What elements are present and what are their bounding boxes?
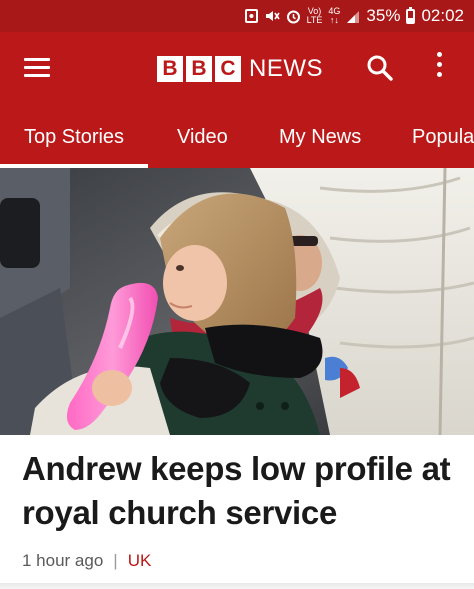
logo-letter-c: C <box>215 56 241 82</box>
tab-my-news[interactable]: My News <box>279 104 361 168</box>
story-headline[interactable]: Andrew keeps low profile at royal church… <box>22 447 462 535</box>
card-divider <box>0 583 474 589</box>
story-category-link[interactable]: UK <box>128 551 152 571</box>
tab-label: My News <box>279 126 362 148</box>
mute-icon <box>264 9 280 23</box>
story-meta: 1 hour ago | UK <box>22 551 151 571</box>
story-image[interactable] <box>0 168 474 435</box>
signal-icon <box>346 9 360 23</box>
logo-word-news: NEWS <box>249 55 323 82</box>
status-bar: Vo) LTE 4G ↑↓ 35% 02:02 <box>0 0 474 32</box>
alarm-icon <box>286 9 301 24</box>
volte-bottom-label: LTE <box>306 15 323 25</box>
tab-label: Popula <box>412 126 474 148</box>
menu-icon[interactable] <box>24 58 50 78</box>
volte-icon: Vo) LTE <box>307 7 323 25</box>
bbc-news-logo: B B C NEWS <box>157 55 323 83</box>
network-4g-icon: 4G ↑↓ <box>328 7 340 25</box>
battery-icon <box>406 6 416 24</box>
logo-letter-b2: B <box>186 56 212 82</box>
tab-popular[interactable]: Popula <box>412 104 474 168</box>
clock: 02:02 <box>421 6 464 25</box>
network-bottom-label: ↑↓ <box>329 15 339 25</box>
battery-percent: 35% <box>366 6 401 25</box>
story-time: 1 hour ago <box>22 551 104 570</box>
logo-letter-b1: B <box>157 56 183 82</box>
tab-label: Top Stories <box>24 126 125 148</box>
tab-label: Video <box>177 126 228 148</box>
app-bar: B B C NEWS <box>0 32 474 104</box>
image-icon <box>244 9 258 23</box>
tab-video[interactable]: Video <box>177 104 228 168</box>
tab-bar: Top Stories Video My News Popula <box>0 104 474 168</box>
search-icon[interactable] <box>366 54 394 82</box>
meta-separator: | <box>113 551 118 570</box>
more-vert-icon[interactable] <box>432 52 446 82</box>
tab-top-stories[interactable]: Top Stories <box>0 104 149 168</box>
